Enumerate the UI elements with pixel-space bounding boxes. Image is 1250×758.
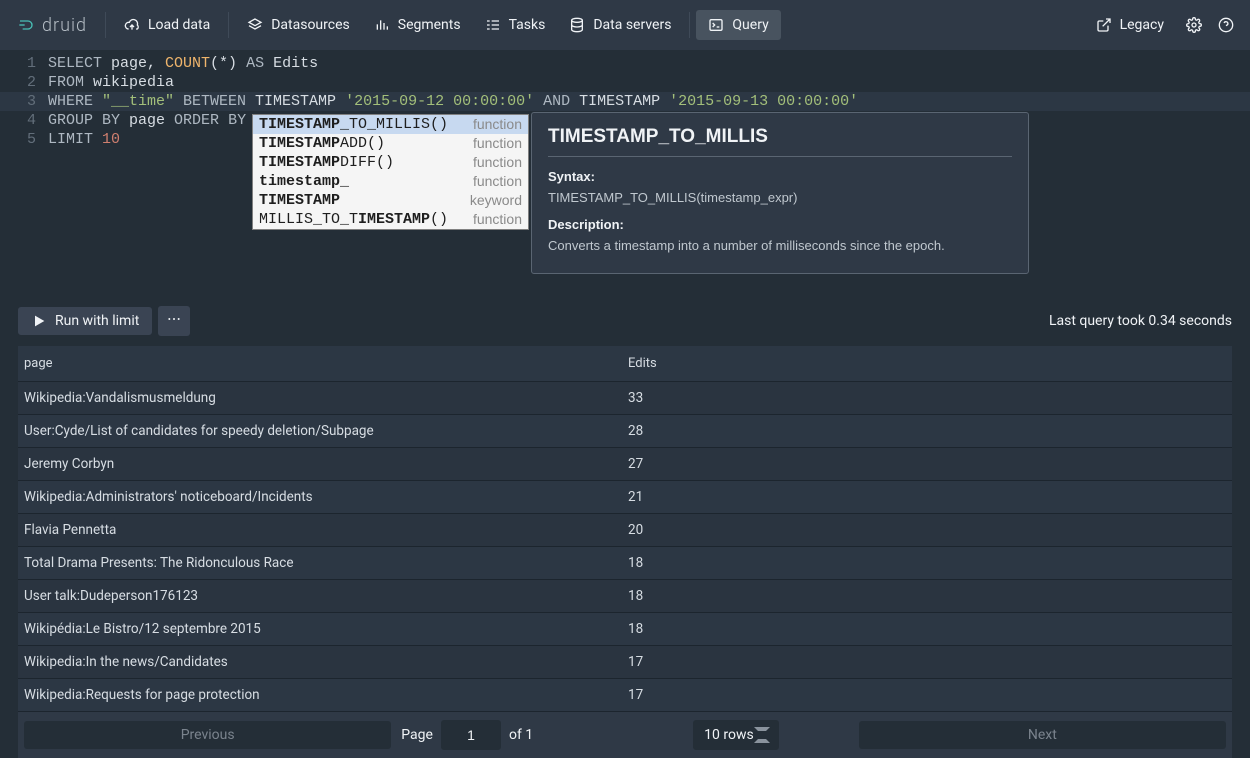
druid-logo-icon [18,17,34,33]
run-button[interactable]: Run with limit [18,307,152,335]
play-icon [31,313,47,329]
nav-servers[interactable]: Data servers [557,10,683,40]
table-row[interactable]: User:Cyde/List of candidates for speedy … [18,415,1232,448]
line-number: 1 [0,54,48,73]
syntax-value: TIMESTAMP_TO_MILLIS(timestamp_expr) [548,188,1012,207]
nav-datasources[interactable]: Datasources [235,10,362,40]
next-button[interactable]: Next [859,721,1226,749]
query-toolbar: Run with limit Last query took 0.34 seco… [0,296,1250,346]
database-icon [569,17,585,33]
run-label: Run with limit [55,313,139,329]
cloud-upload-icon [124,17,140,33]
gear-icon [1186,17,1202,33]
ellipsis-icon [166,311,182,327]
page-of: of 1 [509,727,533,743]
help-icon [1218,17,1234,33]
nav-separator [689,12,690,38]
pagination: Previous Page of 1 10 rows Next [18,712,1232,758]
nav-separator [228,12,229,38]
page-label: Page [401,727,433,743]
prev-button[interactable]: Previous [24,721,391,749]
help-button[interactable] [1212,10,1240,40]
nav-query[interactable]: Query [696,10,780,40]
autocomplete-item[interactable]: TIMESTAMPDIFF()function [253,153,528,172]
layers-icon [247,17,263,33]
nav-load-data[interactable]: Load data [112,10,222,40]
more-button[interactable] [158,306,190,336]
table-row[interactable]: Wikipedia:In the news/Candidates17 [18,646,1232,679]
table-row[interactable]: Wikipédia:Le Bistro/12 septembre 201518 [18,613,1232,646]
nav-servers-label: Data servers [593,17,671,33]
console-icon [708,17,724,33]
autocomplete-item[interactable]: TIMESTAMPADD()function [253,134,528,153]
table-row[interactable]: Wikipedia:Requests for page protection17 [18,679,1232,712]
segments-icon [374,17,390,33]
autocomplete-item[interactable]: TIMESTAMP_TO_MILLIS()function [253,115,528,134]
header: druid Load data Datasources Segments Tas… [0,0,1250,50]
nav-load-label: Load data [148,17,210,33]
nav-separator [105,12,106,38]
autocomplete-item[interactable]: timestamp_function [253,172,528,191]
page-input[interactable] [441,720,501,750]
brand-text: druid [42,15,87,36]
settings-button[interactable] [1180,10,1208,40]
header-page[interactable]: page [18,346,622,381]
table-row[interactable]: Flavia Pennetta20 [18,514,1232,547]
line-number: 5 [0,130,48,149]
nav-segments[interactable]: Segments [362,10,473,40]
query-status: Last query took 0.34 seconds [1049,313,1232,329]
line-number: 3 [0,92,48,111]
external-link-icon [1096,17,1112,33]
table-row[interactable]: User talk:Dudeperson17612318 [18,580,1232,613]
nav-datasources-label: Datasources [271,17,350,33]
table-row[interactable]: Wikipedia:Vandalismusmeldung33 [18,382,1232,415]
line-number: 4 [0,111,48,130]
brand-logo[interactable]: druid [10,15,99,36]
table-header: page Edits [18,346,1232,382]
rows-select-label: 10 rows [704,727,754,743]
desc-label: Description: [548,215,1012,234]
autocomplete-item[interactable]: MILLIS_TO_TIMESTAMP()function [253,210,528,229]
desc-value: Converts a timestamp into a number of mi… [548,236,1012,255]
line-number: 2 [0,73,48,92]
table-row[interactable]: Jeremy Corbyn27 [18,448,1232,481]
sql-editor[interactable]: 1SELECT page, COUNT(*) AS Edits 2FROM wi… [0,50,1250,296]
results-table: page Edits Wikipedia:Vandalismusmeldung3… [18,346,1232,712]
nav-legacy[interactable]: Legacy [1084,10,1176,40]
tasks-icon [485,17,501,33]
function-tooltip: TIMESTAMP_TO_MILLIS Syntax: TIMESTAMP_TO… [531,112,1029,274]
nav-tasks-label: Tasks [509,17,546,33]
header-edits[interactable]: Edits [622,346,1232,381]
rows-select[interactable]: 10 rows [693,720,779,750]
nav-legacy-label: Legacy [1120,17,1164,33]
table-row[interactable]: Total Drama Presents: The Ridonculous Ra… [18,547,1232,580]
table-row[interactable]: Wikipedia:Administrators' noticeboard/In… [18,481,1232,514]
nav-segments-label: Segments [398,17,461,33]
tooltip-title: TIMESTAMP_TO_MILLIS [548,127,1012,157]
nav-query-label: Query [732,17,768,33]
autocomplete-popup: TIMESTAMP_TO_MILLIS()functionTIMESTAMPAD… [252,114,529,230]
syntax-label: Syntax: [548,167,1012,186]
autocomplete-item[interactable]: TIMESTAMPkeyword [253,191,528,210]
nav-tasks[interactable]: Tasks [473,10,558,40]
